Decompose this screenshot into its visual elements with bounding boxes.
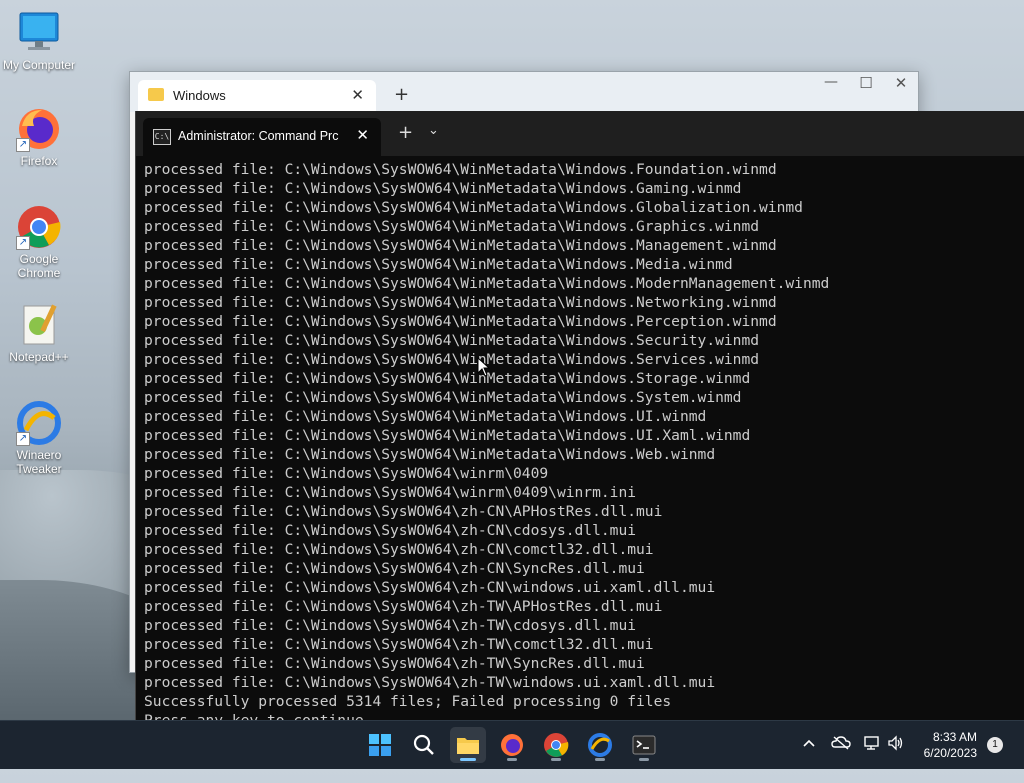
terminal-window[interactable]: C:\ Administrator: Command Prc ✕ + ⌄ pro… (135, 111, 1024, 720)
terminal-line: processed file: C:\Windows\SysWOW64\zh-T… (144, 674, 716, 691)
terminal-line: processed file: C:\Windows\SysWOW64\WinM… (144, 370, 751, 387)
terminal-line: processed file: C:\Windows\SysWOW64\WinM… (144, 389, 742, 406)
terminal-line: processed file: C:\Windows\SysWOW64\zh-T… (144, 598, 663, 615)
firefox-icon: ↗ (16, 106, 62, 152)
notepadpp-icon (16, 302, 62, 348)
taskbar-terminal[interactable] (626, 727, 662, 763)
terminal-line: processed file: C:\Windows\SysWOW64\WinM… (144, 161, 777, 178)
search-icon (413, 734, 434, 755)
volume-icon[interactable] (887, 735, 905, 783)
desktop-icon-notepadpp[interactable]: Notepad++ (1, 302, 77, 364)
terminal-line: Successfully processed 5314 files; Faile… (144, 693, 672, 710)
show-hidden-icons-button[interactable] (801, 735, 817, 783)
terminal-line: processed file: C:\Windows\SysWOW64\WinM… (144, 218, 760, 235)
taskbar-clock[interactable]: 8:33 AM 6/20/2023 (924, 729, 977, 761)
explorer-tab-title: Windows (173, 88, 226, 103)
terminal-line: processed file: C:\Windows\SysWOW64\WinM… (144, 408, 707, 425)
desktop-icon-label: My Computer (2, 58, 76, 72)
desktop-icon-label: Firefox (20, 154, 58, 168)
terminal-line: processed file: C:\Windows\SysWOW64\WinM… (144, 313, 777, 330)
notification-badge[interactable]: 1 (987, 737, 1003, 753)
desktop-icon-label: Notepad++ (9, 350, 69, 364)
desktop-icon-label: Winaero Tweaker (16, 448, 62, 476)
terminal-line: processed file: C:\Windows\SysWOW64\WinM… (144, 199, 803, 216)
terminal-line: processed file: C:\Windows\SysWOW64\WinM… (144, 237, 777, 254)
minimize-button[interactable]: — (813, 74, 849, 90)
desktop-icon-winaero[interactable]: ↗ Winaero Tweaker (1, 400, 77, 476)
winaero-icon: ↗ (16, 400, 62, 446)
terminal-line: processed file: C:\Windows\SysWOW64\zh-C… (144, 522, 637, 539)
terminal-line: processed file: C:\Windows\SysWOW64\WinM… (144, 294, 777, 311)
close-window-button[interactable]: ✕ (883, 74, 919, 92)
terminal-output[interactable]: processed file: C:\Windows\SysWOW64\WinM… (136, 156, 1024, 720)
running-indicator (595, 758, 605, 761)
cmd-icon: C:\ (153, 129, 171, 145)
terminal-line: processed file: C:\Windows\SysWOW64\WinM… (144, 351, 760, 368)
clock-date: 6/20/2023 (923, 746, 977, 760)
folder-icon (148, 88, 164, 101)
close-tab-button[interactable]: ✕ (356, 126, 369, 144)
clock-time: 8:33 AM (932, 730, 977, 744)
taskbar-file-explorer[interactable] (450, 727, 486, 763)
desktop-icon-firefox[interactable]: ↗ Firefox (1, 106, 77, 168)
desktop-icon-my-computer[interactable]: My Computer (1, 10, 77, 72)
running-indicator (639, 758, 649, 761)
terminal-tab-title: Administrator: Command Prc (178, 129, 339, 143)
terminal-line: Press any key to continue . . . (144, 712, 416, 720)
terminal-line: processed file: C:\Windows\SysWOW64\zh-C… (144, 579, 716, 596)
taskbar-chrome[interactable] (538, 727, 574, 763)
terminal-line: processed file: C:\Windows\SysWOW64\winr… (144, 465, 549, 482)
terminal-line: processed file: C:\Windows\SysWOW64\zh-C… (144, 560, 645, 577)
taskbar-winaero[interactable] (582, 727, 618, 763)
shortcut-arrow-icon: ↗ (16, 432, 30, 446)
chrome-icon: ↗ (16, 204, 62, 250)
chevron-down-icon[interactable]: ⌄ (428, 123, 439, 138)
close-tab-button[interactable]: ✕ (351, 86, 364, 104)
running-indicator (551, 758, 561, 761)
terminal-line: processed file: C:\Windows\SysWOW64\WinM… (144, 256, 733, 273)
computer-icon (16, 10, 62, 56)
new-tab-button[interactable]: + (394, 84, 409, 105)
terminal-line: processed file: C:\Windows\SysWOW64\winr… (144, 484, 637, 501)
taskbar-firefox[interactable] (494, 727, 530, 763)
chevron-up-icon (803, 739, 815, 747)
terminal-line: processed file: C:\Windows\SysWOW64\WinM… (144, 446, 716, 463)
terminal-tab-cmd[interactable]: C:\ Administrator: Command Prc ✕ (143, 118, 381, 156)
mouse-cursor-icon (477, 356, 491, 381)
search-button[interactable] (406, 727, 442, 763)
running-indicator (460, 758, 476, 761)
desktop-icon-chrome[interactable]: ↗ Google Chrome (1, 204, 77, 280)
maximize-button[interactable]: ☐ (848, 74, 884, 92)
running-indicator (507, 758, 517, 761)
terminal-line: processed file: C:\Windows\SysWOW64\zh-C… (144, 541, 654, 558)
taskbar: 8:33 AM 6/20/2023 1 (0, 720, 1024, 769)
terminal-line: processed file: C:\Windows\SysWOW64\zh-T… (144, 636, 654, 653)
terminal-tab-bar: C:\ Administrator: Command Prc ✕ + ⌄ (136, 111, 1024, 156)
terminal-line: processed file: C:\Windows\SysWOW64\zh-T… (144, 655, 645, 672)
explorer-tab-bar: Windows ✕ + — ☐ ✕ (130, 72, 918, 112)
network-icon[interactable] (863, 735, 881, 783)
desktop-icon-label: Google Chrome (17, 252, 61, 280)
start-button[interactable] (362, 727, 398, 763)
terminal-line: processed file: C:\Windows\SysWOW64\zh-T… (144, 617, 637, 634)
terminal-line: processed file: C:\Windows\SysWOW64\WinM… (144, 180, 742, 197)
windows-start-icon (369, 734, 391, 756)
explorer-tab-windows[interactable]: Windows ✕ (138, 80, 376, 112)
terminal-line: processed file: C:\Windows\SysWOW64\zh-C… (144, 503, 663, 520)
shortcut-arrow-icon: ↗ (16, 236, 30, 250)
shortcut-arrow-icon: ↗ (16, 138, 30, 152)
terminal-line: processed file: C:\Windows\SysWOW64\WinM… (144, 275, 830, 292)
terminal-line: processed file: C:\Windows\SysWOW64\WinM… (144, 332, 760, 349)
terminal-line: processed file: C:\Windows\SysWOW64\WinM… (144, 427, 751, 444)
new-tab-button[interactable]: + (398, 122, 413, 143)
onedrive-icon[interactable] (831, 735, 851, 783)
